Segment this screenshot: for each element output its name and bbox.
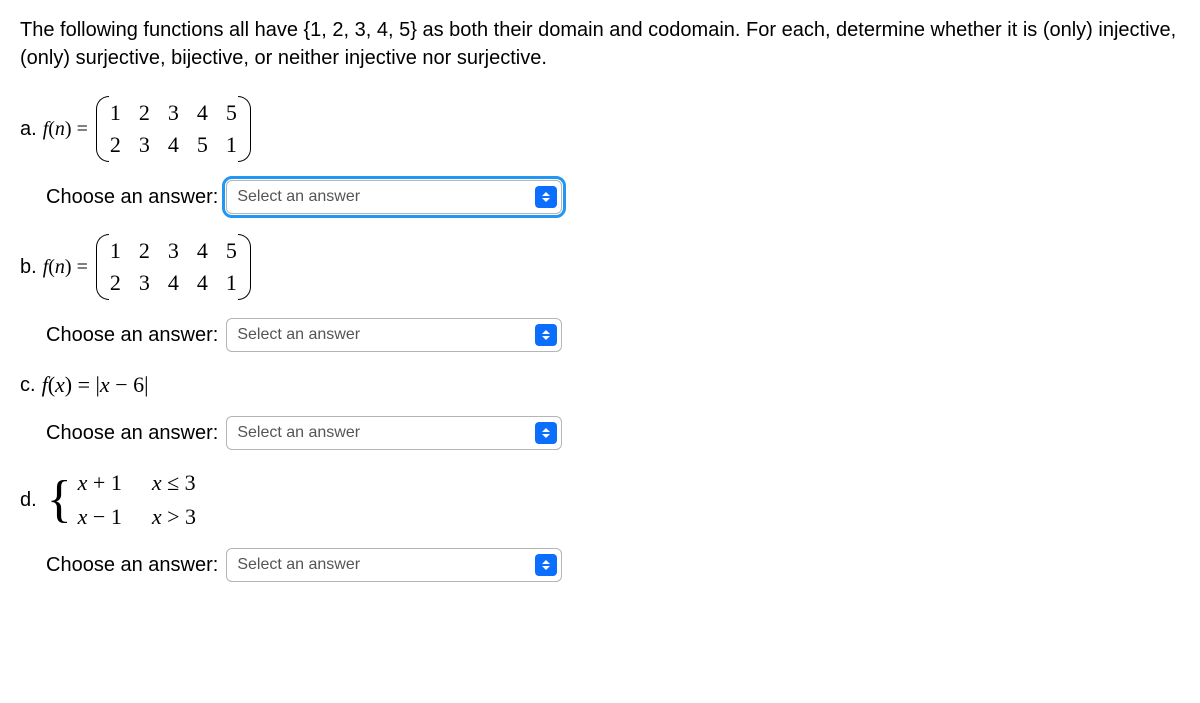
part-a: a. f(n) = 1 2 3 4 5 2 3 4 5 1	[20, 96, 1180, 214]
question-intro: The following functions all have {1, 2, …	[20, 16, 1180, 72]
select-placeholder: Select an answer	[237, 188, 360, 206]
chevron-updown-icon	[535, 422, 557, 444]
part-b-fn: f(n) =	[43, 256, 88, 279]
part-c-expr: f(x) = |x − 6|	[42, 372, 149, 398]
select-placeholder: Select an answer	[237, 326, 360, 344]
select-answer-c[interactable]: Select an answer	[226, 416, 562, 450]
part-c-label: c.	[20, 374, 36, 397]
part-a-label: a.	[20, 118, 37, 141]
part-a-fn: f(n) =	[43, 118, 88, 141]
select-answer-d[interactable]: Select an answer	[226, 548, 562, 582]
part-b-matrix: 1 2 3 4 5 2 3 4 4 1	[96, 234, 251, 300]
part-d: d. { x + 1 x ≤ 3 x − 1 x > 3 Choose an a…	[20, 470, 1180, 582]
answer-label-c: Choose an answer:	[46, 422, 218, 445]
part-c: c. f(x) = |x − 6| Choose an answer: Sele…	[20, 372, 1180, 450]
answer-label-a: Choose an answer:	[46, 186, 218, 209]
select-placeholder: Select an answer	[237, 556, 360, 574]
part-d-label: d.	[20, 489, 37, 512]
part-d-piecewise: { x + 1 x ≤ 3 x − 1 x > 3	[47, 470, 196, 530]
part-a-matrix: 1 2 3 4 5 2 3 4 5 1	[96, 96, 251, 162]
part-b: b. f(n) = 1 2 3 4 5 2 3 4 4 1	[20, 234, 1180, 352]
chevron-updown-icon	[535, 554, 557, 576]
select-answer-a[interactable]: Select an answer	[226, 180, 562, 214]
chevron-updown-icon	[535, 324, 557, 346]
answer-label-d: Choose an answer:	[46, 554, 218, 577]
select-answer-b[interactable]: Select an answer	[226, 318, 562, 352]
answer-label-b: Choose an answer:	[46, 324, 218, 347]
part-b-label: b.	[20, 256, 37, 279]
left-brace: {	[47, 479, 72, 521]
chevron-updown-icon	[535, 186, 557, 208]
select-placeholder: Select an answer	[237, 424, 360, 442]
